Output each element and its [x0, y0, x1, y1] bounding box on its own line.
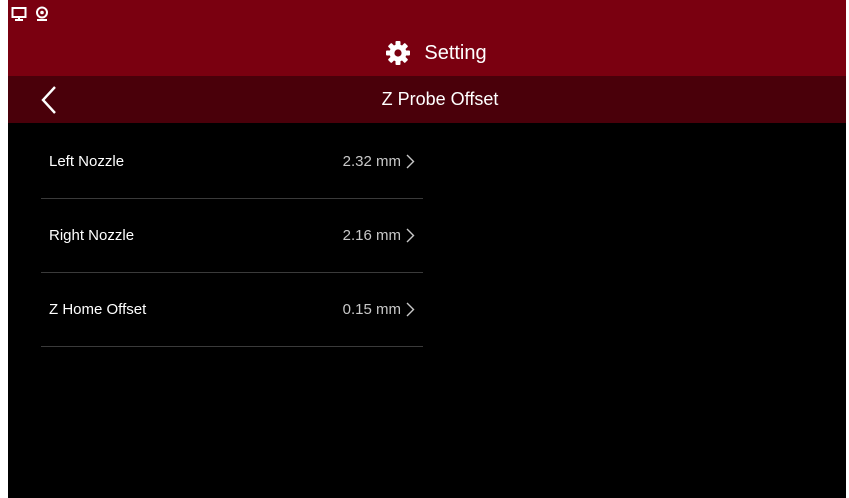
setting-value: 2.16 mm: [342, 227, 401, 244]
webcam-icon: [34, 6, 50, 22]
gear-icon: [385, 40, 411, 66]
chevron-right-icon: [406, 154, 415, 169]
header: Setting: [8, 30, 846, 76]
setting-value: 2.32 mm: [342, 153, 401, 170]
setting-row-left-nozzle[interactable]: Left Nozzle 2.32 mm: [41, 125, 423, 199]
chevron-left-icon: [38, 85, 62, 115]
setting-label: Right Nozzle: [49, 227, 135, 244]
sub-header: Z Probe Offset: [8, 76, 846, 123]
monitor-icon: [11, 6, 27, 22]
back-button[interactable]: [38, 85, 62, 115]
setting-value: 0.15 mm: [342, 301, 401, 318]
setting-label: Left Nozzle: [49, 153, 125, 170]
section-title: Z Probe Offset: [381, 89, 499, 109]
chevron-right-icon: [406, 302, 415, 317]
setting-row-z-home-offset[interactable]: Z Home Offset 0.15 mm: [41, 273, 423, 347]
setting-row-right-nozzle[interactable]: Right Nozzle 2.16 mm: [41, 199, 423, 273]
setting-label: Z Home Offset: [49, 301, 147, 318]
settings-list: Left Nozzle 2.32 mm Right Nozzle 2.16 mm…: [41, 125, 423, 347]
screen: Setting Z Probe Offset Left Nozzle 2.32 …: [8, 0, 846, 498]
chevron-right-icon: [406, 228, 415, 243]
page-title: Setting: [424, 41, 487, 64]
status-bar: [8, 0, 846, 30]
